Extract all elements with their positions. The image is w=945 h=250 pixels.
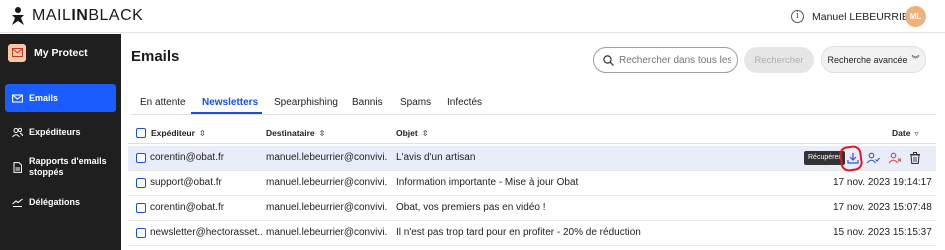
row-sender: support@obat.fr (150, 177, 222, 188)
page-title: Emails (131, 48, 180, 65)
approve-sender-icon[interactable] (866, 151, 880, 165)
sort-icon[interactable]: ⇳ (199, 129, 206, 138)
sidebar-app-name: My Protect (34, 46, 88, 59)
column-date-label: Date (892, 128, 911, 138)
help-circle-icon[interactable]: i (791, 10, 804, 23)
active-tab-indicator (191, 112, 262, 114)
sidebar: My Protect Emails Expéditeurs Rapports d… (0, 34, 121, 250)
row-subject: Obat, vos premiers pas en vidéo ! (396, 202, 546, 213)
table-row[interactable]: newsletter@hectorasset... manuel.lebeurr… (128, 221, 936, 246)
row-recipient: manuel.lebeurrier@convivi... (266, 177, 388, 188)
mail-icon (12, 93, 23, 103)
row-date: 15 nov. 2023 15:15:37 (833, 227, 932, 238)
column-recipient-label: Destinataire (266, 128, 315, 138)
row-recipient: manuel.lebeurrier@convivi... (266, 152, 388, 163)
sidebar-item-reports[interactable]: Rapports d'emails stoppés (5, 152, 116, 182)
mailinblack-logo[interactable]: MAILINBLACK (10, 6, 143, 26)
row-recipient: manuel.lebeurrier@convivi... (266, 227, 388, 238)
tab-infected[interactable]: Infectés (447, 97, 482, 108)
row-recipient: manuel.lebeurrier@convivi... (266, 202, 388, 213)
row-checkbox[interactable] (136, 153, 146, 163)
search-icon (603, 54, 614, 66)
advanced-search-label: Recherche avancée (827, 54, 908, 65)
sidebar-item-label: Délégations (29, 196, 81, 207)
tab-pending[interactable]: En attente (140, 97, 186, 108)
tab-spams[interactable]: Spams (400, 97, 431, 108)
select-all-checkbox[interactable] (136, 128, 146, 138)
sidebar-item-label: Emails (29, 92, 59, 103)
column-recipient[interactable]: Destinataire ⇳ (266, 128, 325, 138)
sort-icon[interactable]: ⇳ (319, 129, 326, 138)
row-checkbox[interactable] (136, 203, 146, 213)
row-sender: newsletter@hectorasset... (150, 227, 262, 238)
column-subject[interactable]: Objet ⇳ (396, 128, 428, 138)
email-tabs: En attente Newsletters Spearphishing Ban… (131, 95, 936, 115)
column-date[interactable]: Date ▿ (892, 128, 918, 138)
sort-desc-icon[interactable]: ▿ (914, 129, 918, 138)
row-actions: Récupérer (804, 144, 936, 173)
column-sender-label: Expéditeur (151, 128, 195, 138)
mail-app-icon (8, 43, 26, 62)
row-date: 17 nov. 2023 19:14:17 (833, 177, 932, 188)
row-sender: corentin@obat.fr (150, 152, 225, 163)
avatar[interactable]: ML (905, 6, 926, 27)
row-subject: L'avis d'un artisan (396, 152, 476, 163)
sidebar-app-header[interactable]: My Protect (0, 34, 121, 71)
trash-icon[interactable] (908, 151, 922, 165)
sidebar-item-senders[interactable]: Expéditeurs (5, 118, 116, 146)
table-row[interactable]: corentin@obat.fr manuel.lebeurrier@convi… (128, 196, 936, 221)
logo-icon (12, 7, 24, 25)
table-row[interactable]: corentin@obat.fr manuel.lebeurrier@convi… (128, 144, 936, 173)
brand-name: MAILINBLACK (32, 7, 144, 24)
users-icon (12, 127, 23, 137)
table-header: Expéditeur ⇳ Destinataire ⇳ Objet ⇳ Date… (128, 124, 936, 144)
tab-newsletters[interactable]: Newsletters (202, 97, 258, 108)
search-button[interactable]: Rechercher (744, 47, 814, 73)
table-row[interactable]: support@obat.fr manuel.lebeurrier@conviv… (128, 171, 936, 196)
sidebar-item-label: Rapports d'emails stoppés (29, 156, 107, 177)
column-subject-label: Objet (396, 128, 418, 138)
search-input[interactable] (619, 54, 731, 66)
row-checkbox[interactable] (136, 228, 146, 238)
search-field[interactable] (593, 47, 738, 73)
double-chevron-down-icon: ︾ (911, 55, 920, 64)
sidebar-item-delegations[interactable]: Délégations (5, 188, 116, 216)
tab-spearphishing[interactable]: Spearphishing (274, 97, 338, 108)
top-bar: MAILINBLACK i Manuel LEBEURRIER ML (0, 0, 945, 33)
block-sender-icon[interactable] (888, 151, 902, 165)
sidebar-item-label: Expéditeurs (29, 126, 81, 137)
row-date: 17 nov. 2023 15:07:48 (833, 202, 932, 213)
advanced-search-button[interactable]: Recherche avancée ︾ (821, 46, 926, 73)
row-subject: Information importante - Mise à jour Oba… (396, 177, 579, 188)
row-subject: Il n'est pas trop tard pour en profiter … (396, 227, 641, 238)
tab-banned[interactable]: Bannis (352, 97, 383, 108)
row-sender: corentin@obat.fr (150, 202, 225, 213)
column-sender[interactable]: Expéditeur ⇳ (136, 128, 206, 138)
restore-icon[interactable] (846, 151, 860, 165)
sidebar-item-emails[interactable]: Emails (5, 84, 116, 112)
row-checkbox[interactable] (136, 178, 146, 188)
delegation-icon (12, 198, 23, 207)
user-name[interactable]: Manuel LEBEURRIER (812, 11, 916, 23)
report-icon (13, 161, 22, 173)
sort-icon[interactable]: ⇳ (422, 129, 429, 138)
